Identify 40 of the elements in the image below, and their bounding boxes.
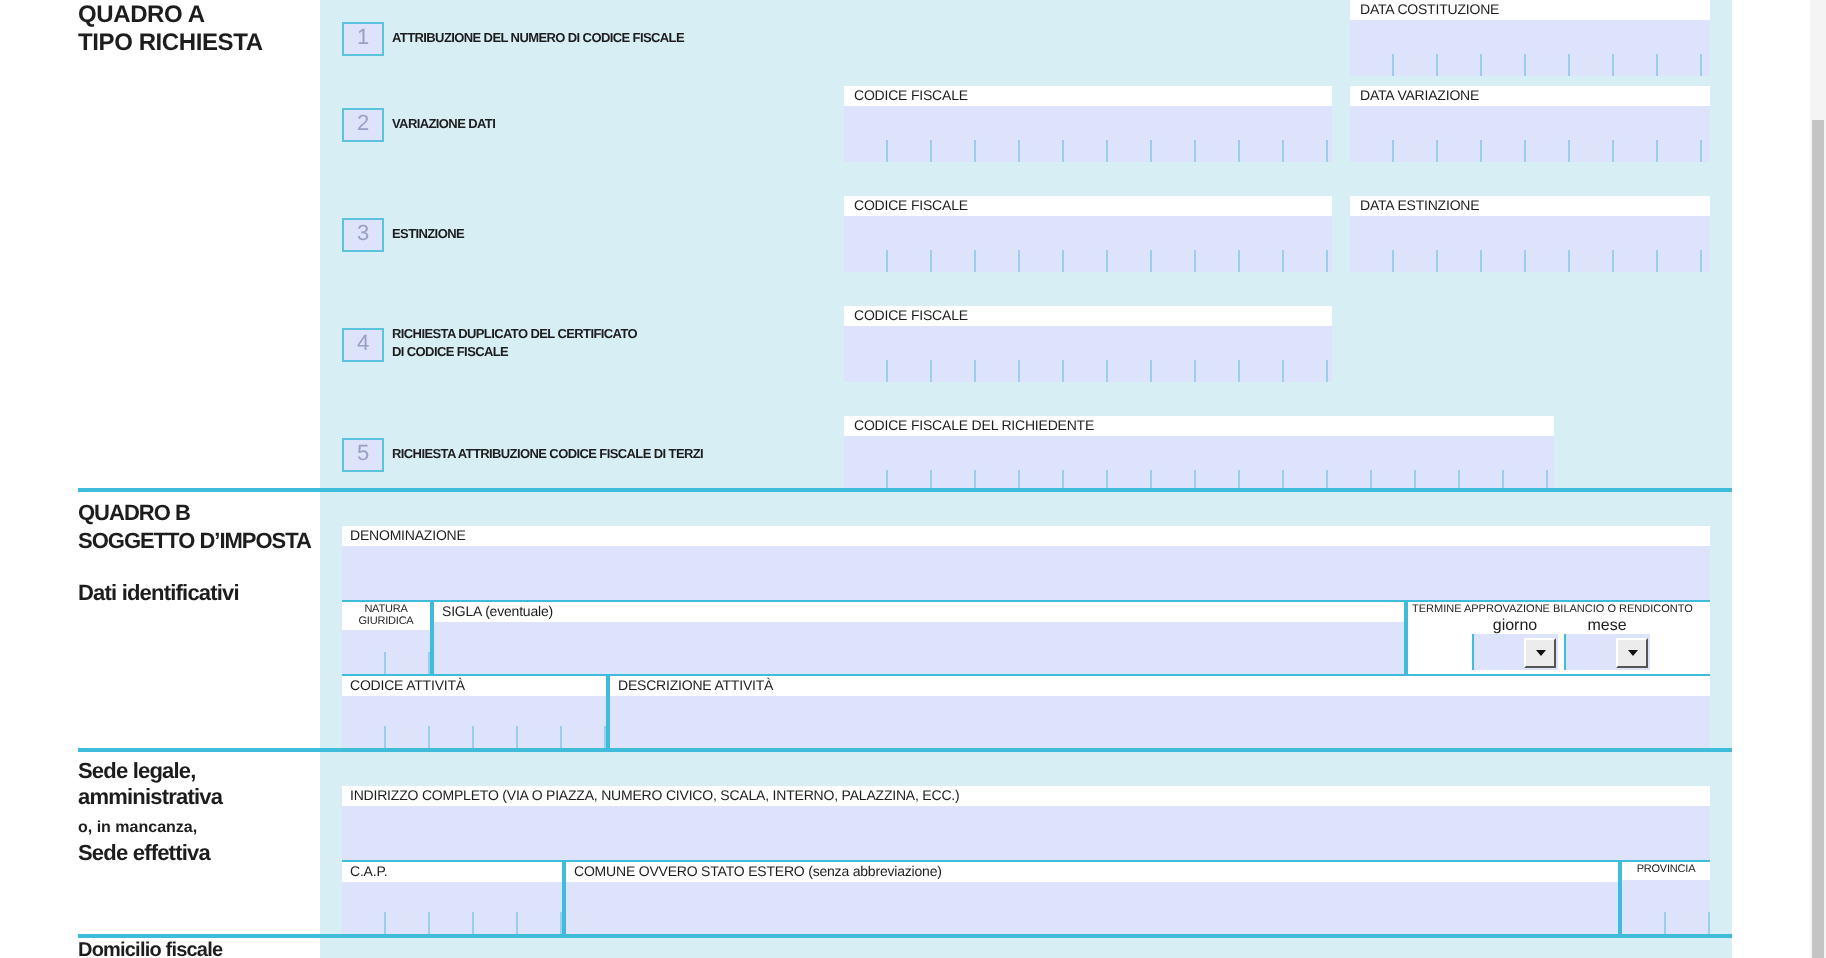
input-field[interactable] <box>1350 106 1710 162</box>
section-caption: Sede effettiva <box>78 842 213 868</box>
dropdown-button[interactable] <box>1616 637 1648 667</box>
section-subtitle: TIPO RICHIESTA <box>78 28 265 56</box>
dropdown[interactable] <box>1564 634 1650 670</box>
input-field[interactable] <box>844 216 1332 272</box>
input-field[interactable] <box>342 630 430 674</box>
input-field[interactable] <box>566 882 1618 934</box>
caret-icon <box>1627 649 1637 655</box>
dropdown[interactable] <box>1472 634 1558 670</box>
input-field[interactable] <box>844 326 1332 382</box>
request-number[interactable]: 4 <box>342 327 384 361</box>
input-field[interactable] <box>1350 216 1710 272</box>
input-field[interactable] <box>844 106 1332 162</box>
request-number[interactable]: 5 <box>342 437 384 471</box>
request-number[interactable]: 3 <box>342 217 384 251</box>
input-field[interactable] <box>1622 879 1710 934</box>
input-field[interactable] <box>342 546 1710 600</box>
input-field[interactable] <box>342 882 562 934</box>
dropdown-label: giorno <box>1492 618 1538 634</box>
input-field[interactable] <box>610 696 1710 748</box>
section-caption: Dati identificativi <box>78 582 241 608</box>
section-title: QUADRO A <box>78 0 207 28</box>
dropdown-button[interactable] <box>1524 637 1556 667</box>
input-field[interactable] <box>1350 20 1710 76</box>
section-caption: Domicilio fiscale <box>78 940 225 958</box>
input-field[interactable] <box>844 436 1554 488</box>
caret-icon <box>1535 649 1545 655</box>
scrollbar[interactable] <box>1810 0 1826 958</box>
section-subtitle: SOGGETTO D’IMPOSTA <box>78 528 313 556</box>
section-title: QUADRO B <box>78 500 192 528</box>
request-number[interactable]: 2 <box>342 107 384 141</box>
input-field[interactable] <box>434 622 1404 674</box>
section-caption: amministrativa <box>78 786 225 812</box>
input-field[interactable] <box>342 806 1710 860</box>
input-field[interactable] <box>342 696 606 748</box>
request-number[interactable]: 1 <box>342 21 384 55</box>
section-caption: o, in mancanza, <box>78 816 200 840</box>
dropdown-label: mese <box>1587 618 1627 634</box>
section-caption: Sede legale, <box>78 760 198 786</box>
